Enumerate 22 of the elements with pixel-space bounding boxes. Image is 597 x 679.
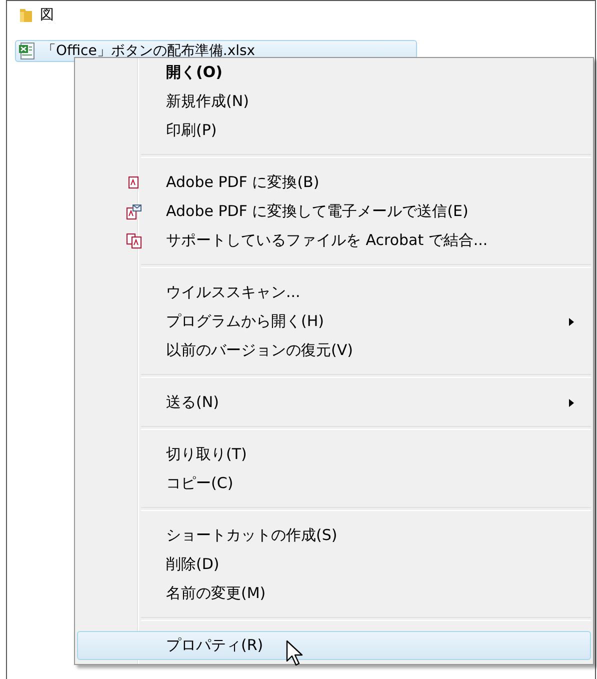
folder-icon: [18, 7, 34, 23]
menu-item[interactable]: 削除(D): [77, 550, 591, 579]
menu-item[interactable]: Adobe PDF に変換(B): [77, 168, 591, 197]
mouse-cursor-icon: [286, 640, 304, 667]
pdf-mail-icon: [126, 204, 142, 220]
menu-item[interactable]: プログラムから開く(H): [77, 307, 591, 336]
submenu-arrow-icon: [569, 318, 574, 326]
menu-item[interactable]: Adobe PDF に変換して電子メールで送信(E): [77, 197, 591, 226]
menu-item[interactable]: サポートしているファイルを Acrobat で結合...: [77, 226, 591, 255]
menu-item[interactable]: 名前の変更(M): [77, 579, 591, 608]
menu-item[interactable]: 送る(N): [77, 388, 591, 417]
submenu-arrow-icon: [569, 398, 574, 406]
menu-item[interactable]: 印刷(P): [77, 116, 591, 145]
menu-item[interactable]: 切り取り(T): [77, 440, 591, 469]
menu-item[interactable]: 新規作成(N): [77, 87, 591, 116]
menu-item[interactable]: ショートカットの作成(S): [77, 521, 591, 550]
menu-item[interactable]: 以前のバージョンの復元(V): [77, 336, 591, 365]
spreadsheet-icon: [18, 42, 36, 60]
menu-item[interactable]: ウイルススキャン...: [77, 278, 591, 307]
pdf-documents-icon: [126, 232, 142, 248]
file-item[interactable]: 図: [15, 4, 417, 26]
menu-item[interactable]: コピー(C): [77, 469, 591, 498]
